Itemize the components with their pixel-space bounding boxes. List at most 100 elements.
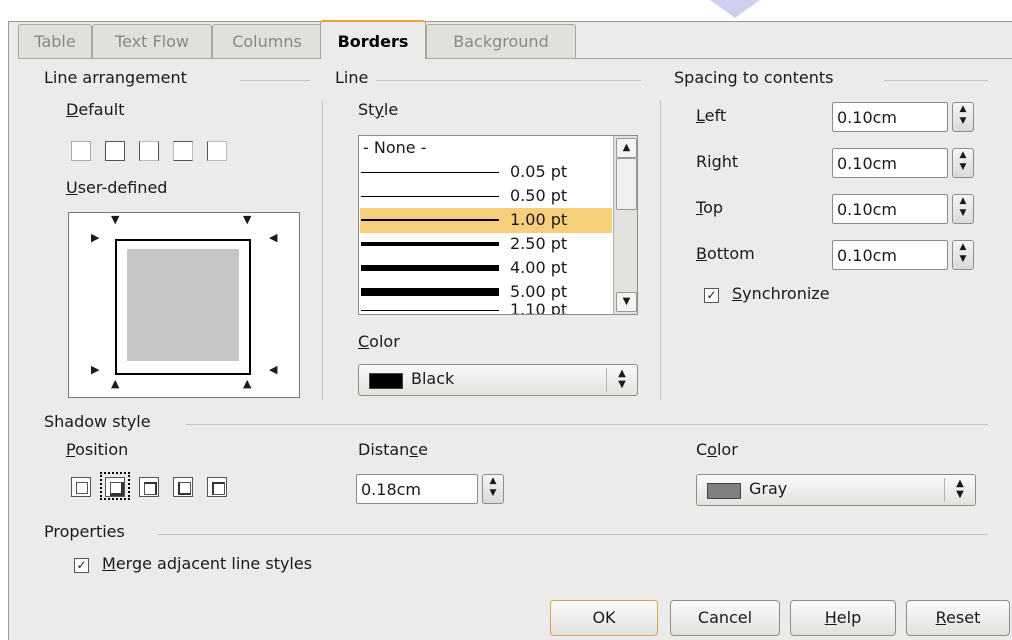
spacing-right-value: 0.10cm — [837, 154, 898, 173]
shadow-distance-label: Distance — [358, 440, 428, 459]
tab-label: Columns — [232, 32, 302, 51]
border-left-right-icon — [139, 141, 159, 161]
scroll-thumb[interactable] — [616, 158, 637, 210]
inner-box — [178, 482, 191, 495]
tab-label: Text Flow — [115, 32, 189, 51]
tab-label: Background — [453, 32, 549, 51]
shadow-top-left-button[interactable] — [202, 472, 232, 500]
inner-box — [212, 482, 225, 495]
divider — [186, 424, 988, 425]
preset-left-right-button[interactable] — [134, 136, 164, 164]
reset-button[interactable]: Reset — [906, 600, 1010, 636]
merge-checkbox[interactable]: ✓ — [74, 558, 89, 573]
spin-button-icon[interactable]: ▲ ▼ — [952, 102, 974, 132]
tab-table[interactable]: Table — [18, 24, 92, 58]
spin-button-icon[interactable]: ▲ ▼ — [952, 148, 974, 178]
shadow-color-value: Gray — [749, 479, 788, 498]
line-sample — [361, 310, 499, 311]
shadow-bottom-right-button[interactable] — [100, 472, 130, 500]
arrow-down-icon: ▼ — [243, 213, 252, 226]
inner-box — [76, 482, 88, 494]
line-style-1-00-selected[interactable]: 1.00 pt — [360, 208, 612, 233]
spacing-bottom-label: Bottom — [696, 244, 755, 263]
preset-all-button[interactable] — [100, 136, 130, 164]
ok-button[interactable]: OK — [550, 600, 658, 636]
tab-text-flow[interactable]: Text Flow — [92, 24, 212, 58]
style-size-label: 1.10 pt — [510, 300, 568, 315]
spacing-right-label: Right — [696, 152, 739, 171]
style-size-label: 2.50 pt — [510, 234, 568, 253]
user-defined-label: User-defined — [66, 178, 168, 197]
tab-background[interactable]: Background — [426, 24, 576, 58]
shadow-color-label: Color — [696, 440, 738, 459]
divider — [322, 100, 323, 400]
preset-top-bottom-button[interactable] — [168, 136, 198, 164]
border-left-icon — [207, 141, 227, 161]
line-style-list[interactable]: - None - 0.05 pt 0.50 pt 1.00 pt 2.50 pt… — [358, 135, 638, 315]
shadow-color-swatch — [707, 483, 741, 499]
line-title: Line — [335, 68, 369, 87]
line-sample — [361, 288, 499, 296]
default-label: Default — [66, 100, 125, 119]
divider — [660, 100, 661, 400]
spin-button-icon[interactable]: ▲ ▼ — [482, 474, 504, 504]
line-style-4-00[interactable]: 4.00 pt — [360, 256, 612, 281]
line-style-2-50[interactable]: 2.50 pt — [360, 232, 612, 257]
shadow-bottom-left-button[interactable] — [168, 472, 198, 500]
scroll-up-icon[interactable]: ▲ — [616, 138, 637, 158]
cancel-button[interactable]: Cancel — [670, 600, 780, 636]
line-color-select[interactable]: Black ▲ ▼ — [358, 364, 638, 396]
line-style-scrollbar[interactable]: ▲ ▼ — [613, 136, 637, 314]
shadow-distance-field[interactable]: 0.18cm ▲ ▼ — [356, 474, 504, 504]
shadow-position-label: Position — [66, 440, 129, 459]
spin-button-icon[interactable]: ▲ ▼ — [952, 194, 974, 224]
spin-button-icon[interactable]: ▲ ▼ — [952, 240, 974, 270]
chevron-updown-icon: ▲ ▼ — [944, 478, 975, 502]
line-style-0-50[interactable]: 0.50 pt — [360, 184, 612, 209]
spacing-top-label: Top — [696, 198, 724, 217]
spacing-top-field[interactable]: 0.10cm ▲ ▼ — [832, 194, 974, 224]
inner-box — [144, 482, 157, 495]
help-button[interactable]: Help — [790, 600, 896, 636]
style-none-label: - None - — [363, 138, 427, 157]
line-sample — [361, 242, 499, 246]
spacing-right-field[interactable]: 0.10cm ▲ ▼ — [832, 148, 974, 178]
decorative-arrow — [710, 0, 760, 18]
border-all-icon — [105, 141, 125, 161]
shadow-color-select[interactable]: Gray ▲ ▼ — [696, 474, 976, 506]
line-sample — [361, 172, 499, 173]
merge-label: Merge adjacent line styles — [102, 554, 313, 573]
preset-none-button[interactable] — [66, 136, 96, 164]
line-style-5-00[interactable]: 5.00 pt — [360, 280, 612, 305]
shadow-top-right-button[interactable] — [134, 472, 164, 500]
shadow-bottom-left-icon — [173, 477, 193, 497]
shadow-none-button[interactable] — [66, 472, 96, 500]
line-style-none[interactable]: - None - — [360, 136, 612, 161]
divider — [240, 80, 310, 81]
synchronize-checkbox[interactable]: ✓ — [704, 288, 719, 303]
spacing-left-field[interactable]: 0.10cm ▲ ▼ — [832, 102, 974, 132]
line-sample — [361, 265, 499, 271]
divider — [884, 80, 988, 81]
preview-content — [127, 249, 239, 361]
line-style-1-10[interactable]: 1.10 pt — [360, 300, 612, 314]
tab-label: Borders — [337, 32, 409, 51]
shadow-bottom-right-icon — [105, 477, 125, 497]
spacing-title: Spacing to contents — [674, 68, 834, 87]
tab-columns[interactable]: Columns — [212, 24, 322, 58]
divider — [158, 534, 988, 535]
spacing-top-value: 0.10cm — [837, 200, 898, 219]
arrow-up-icon: ▲ — [243, 377, 252, 390]
spacing-bottom-field[interactable]: 0.10cm ▲ ▼ — [832, 240, 974, 270]
shadow-none-icon — [71, 477, 91, 497]
tab-borders[interactable]: Borders — [320, 20, 426, 59]
preset-left-button[interactable] — [202, 136, 232, 164]
tab-divider — [18, 58, 1012, 59]
scroll-down-icon[interactable]: ▼ — [616, 292, 637, 312]
tab-label: Table — [34, 32, 76, 51]
shadow-top-left-icon — [207, 477, 227, 497]
line-style-0-05[interactable]: 0.05 pt — [360, 160, 612, 185]
style-label: Style — [358, 100, 399, 119]
spacing-left-label: Left — [696, 106, 727, 125]
user-defined-preview[interactable]: ▼ ▼ ▶ ◀ ▶ ◀ ▲ ▲ — [68, 212, 300, 398]
